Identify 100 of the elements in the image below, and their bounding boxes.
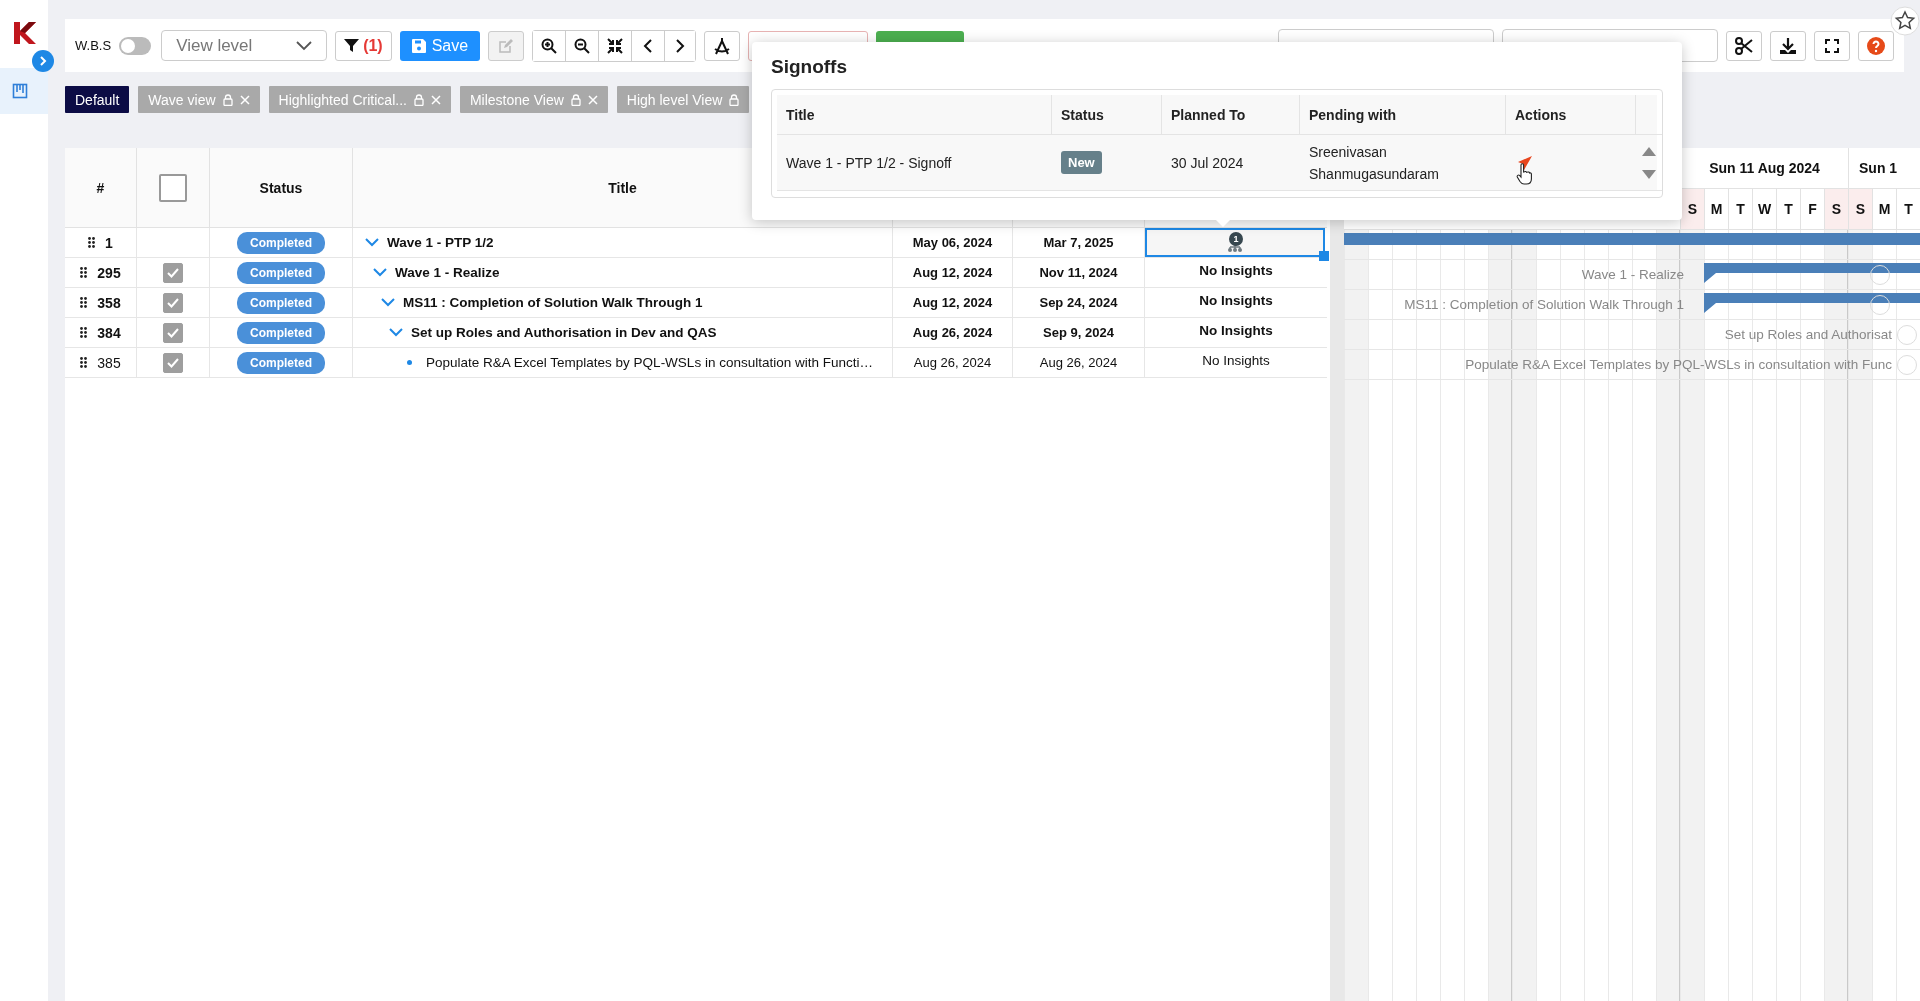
zoom-in-icon — [541, 37, 558, 54]
edit-icon — [498, 37, 515, 54]
check-icon — [167, 327, 179, 338]
start-date: Aug 12, 2024 — [912, 265, 993, 280]
chevron-icon[interactable] — [365, 238, 379, 247]
board-icon — [12, 83, 28, 99]
day-header: S — [1680, 189, 1704, 229]
status-badge: New — [1061, 151, 1102, 174]
check-icon — [167, 297, 179, 308]
drag-handle-icon[interactable] — [80, 357, 88, 368]
saved-view-tag[interactable]: Highlighted Critical... — [268, 86, 451, 113]
chevron-icon[interactable] — [373, 268, 387, 277]
end-date: Nov 11, 2024 — [1039, 265, 1118, 280]
day-header: T — [1776, 189, 1800, 229]
download-icon — [1779, 36, 1797, 55]
day-header: M — [1872, 189, 1896, 229]
week-header: Sun 1 — [1848, 148, 1920, 188]
task-title: Wave 1 - Realize — [395, 265, 500, 280]
saved-view-label: Milestone View — [469, 91, 564, 108]
row-number: 384 — [97, 324, 121, 341]
wbs-toggle[interactable] — [119, 36, 152, 55]
day-header: T — [1728, 189, 1752, 229]
compress-icon — [607, 37, 624, 54]
chevron-icon[interactable] — [389, 328, 403, 337]
fullscreen-button[interactable] — [1814, 30, 1850, 61]
task-title: MS11 : Completion of Solution Walk Through 1 — [403, 295, 703, 310]
logo-icon — [11, 20, 37, 46]
day-header: W — [1752, 189, 1776, 229]
day-header: S — [1848, 189, 1872, 229]
fullscreen-icon — [1825, 38, 1839, 53]
scroll-up-icon[interactable] — [1642, 146, 1656, 156]
summary-bar[interactable] — [1704, 263, 1920, 283]
lock-icon — [570, 93, 581, 106]
help-icon — [1867, 36, 1885, 55]
chevron-right-icon — [675, 38, 686, 53]
column-header: Actions — [1506, 95, 1636, 135]
send-icon[interactable] — [1518, 155, 1532, 170]
saved-view-label: Default — [75, 91, 120, 108]
start-date: May 06, 2024 — [912, 235, 993, 250]
filter-button[interactable]: (1) — [335, 30, 392, 61]
bar-label: MS11 : Completion of Solution Walk Through 1 — [1404, 297, 1684, 312]
view-level-dropdown[interactable]: View level — [161, 30, 328, 61]
column-header: Title — [777, 95, 1052, 135]
bar-label: Populate R&A Excel Templates by PQL-WSLs in consultation with Func — [1465, 357, 1892, 372]
chevron-icon[interactable] — [381, 298, 395, 307]
day-header: M — [1704, 189, 1728, 229]
expand-sidebar-button[interactable] — [32, 50, 54, 72]
download-button[interactable] — [1770, 30, 1806, 61]
sidebar-item[interactable] — [0, 68, 48, 114]
row-checkbox[interactable] — [163, 262, 183, 283]
close-icon[interactable] — [430, 94, 441, 105]
day-header: S — [1824, 189, 1848, 229]
check-icon — [167, 357, 179, 368]
check-icon — [167, 267, 179, 278]
chevron-left-icon — [643, 38, 654, 53]
view-level-placeholder: View level — [176, 35, 253, 56]
help-button[interactable] — [1858, 30, 1894, 61]
drag-handle-icon[interactable] — [88, 237, 96, 248]
cut-button[interactable] — [1726, 30, 1762, 61]
drag-handle-icon[interactable] — [80, 327, 88, 338]
saved-view-tag[interactable]: Default — [65, 86, 130, 113]
status-badge: Completed — [237, 291, 325, 314]
drag-handle-icon[interactable] — [80, 267, 88, 278]
insights-text: No Insights — [1199, 323, 1273, 338]
hand-cursor-icon — [1516, 163, 1532, 185]
bullet-icon — [407, 360, 412, 365]
pending-with: Sreenivasan Shanmugasundaram — [1300, 135, 1506, 191]
zoom-in-button[interactable] — [533, 30, 567, 61]
summary-bar[interactable] — [1704, 293, 1920, 313]
close-icon[interactable] — [239, 94, 250, 105]
saved-view-tag[interactable]: Wave view — [138, 86, 260, 113]
row-checkbox[interactable] — [163, 352, 183, 373]
compass-button[interactable] — [704, 30, 741, 61]
row-number: 1 — [105, 234, 113, 251]
planned-date: 30 Jul 2024 — [1162, 135, 1300, 191]
drag-handle-icon[interactable] — [80, 297, 88, 308]
popup-title: Signoffs — [771, 56, 848, 78]
scroll-down-icon[interactable] — [1642, 169, 1656, 179]
row-checkbox[interactable] — [163, 322, 183, 343]
saved-view-label: Highlighted Critical... — [278, 91, 407, 108]
save-button[interactable]: Save — [399, 30, 481, 61]
column-header: # — [65, 148, 137, 228]
start-date: Aug 12, 2024 — [912, 295, 993, 310]
close-icon[interactable] — [587, 94, 598, 105]
day-header: T — [1896, 189, 1920, 229]
row-checkbox[interactable] — [163, 292, 183, 313]
column-header: Status — [210, 148, 353, 228]
insights-text: No Insights — [1199, 263, 1273, 278]
compass-icon — [713, 36, 732, 55]
fill-handle[interactable] — [1319, 251, 1329, 261]
select-all-checkbox[interactable] — [159, 173, 187, 202]
filter-icon — [344, 38, 360, 53]
row-number: 385 — [97, 354, 121, 371]
saved-view-tag[interactable]: Milestone View — [459, 86, 608, 113]
column-header: Status — [1052, 95, 1162, 135]
end-date: Mar 7, 2025 — [1043, 235, 1114, 250]
task-title: Set up Roles and Authorisation in Dev and QAS — [411, 325, 717, 340]
saved-view-label: High level View — [626, 91, 723, 108]
saved-view-tag[interactable]: High level View — [616, 86, 750, 113]
column-header: Pending with — [1300, 95, 1506, 135]
